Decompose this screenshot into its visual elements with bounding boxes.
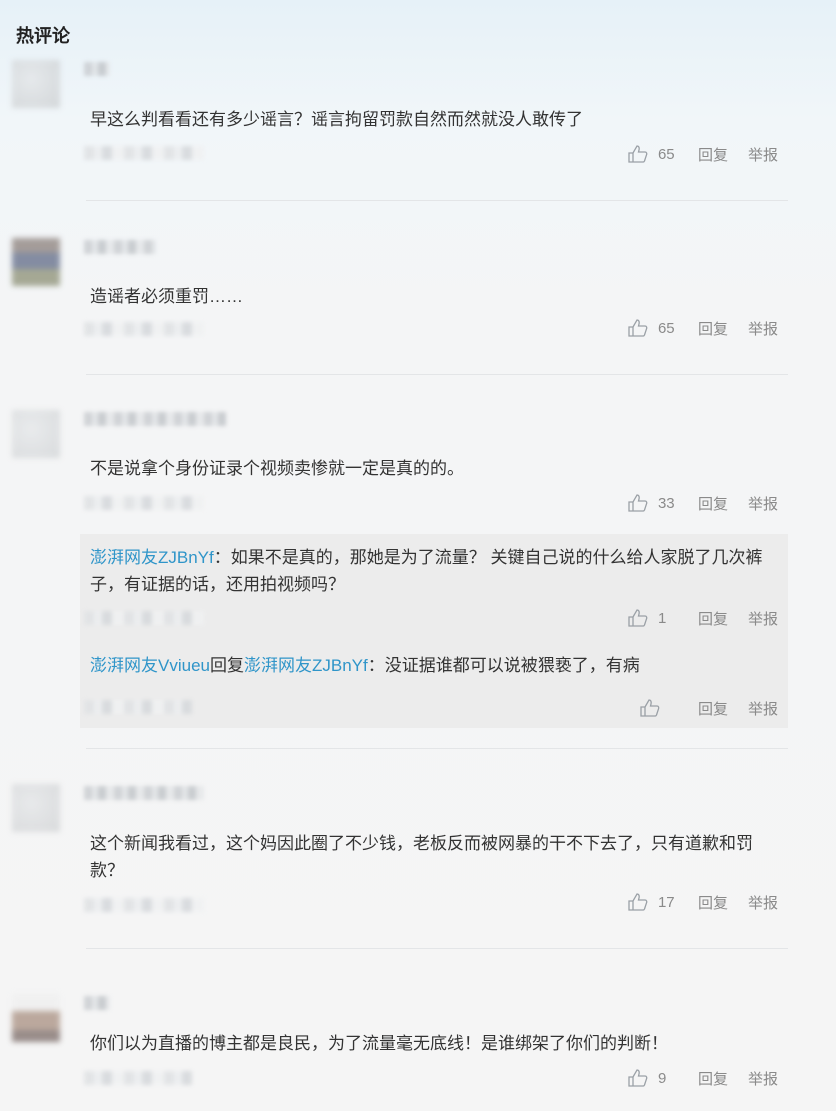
like-count: 33	[657, 494, 675, 512]
reply-to-label: 回复	[209, 656, 244, 675]
thumbs-up-icon[interactable]	[628, 494, 648, 512]
reply-thread: 澎湃网友ZJBnYf：如果不是真的，那她是为了流量？ 关键自己说的什么给人家脱了…	[80, 534, 788, 728]
username-blurred[interactable]	[84, 996, 110, 1010]
comment-actions: 65 回复 举报	[628, 144, 778, 164]
divider	[86, 748, 788, 749]
report-button[interactable]: 举报	[748, 608, 778, 629]
report-button[interactable]: 举报	[748, 698, 778, 719]
thumbs-up-icon[interactable]	[640, 699, 660, 717]
reply-username[interactable]: 澎湃网友Vviueu	[90, 656, 210, 675]
reply-button[interactable]: 回复	[698, 1068, 728, 1089]
like-count: 1	[657, 609, 667, 627]
username-blurred[interactable]	[84, 412, 226, 426]
reply-item: 澎湃网友Vviueu回复澎湃网友ZJBnYf：没证据谁都可以说被猥亵了，有病 回…	[80, 638, 788, 728]
reply-button[interactable]: 回复	[698, 608, 728, 629]
comment-text: 这个新闻我看过，这个妈因此圈了不少钱，老板反而被网暴的干不下去了，只有道歉和罚款…	[90, 834, 753, 880]
thumbs-up-icon[interactable]	[628, 609, 648, 627]
reply-button[interactable]: 回复	[698, 318, 728, 339]
avatar[interactable]	[12, 410, 60, 458]
avatar[interactable]	[12, 60, 60, 108]
reply-button[interactable]: 回复	[698, 144, 728, 165]
reply-text: 澎湃网友Vviueu回复澎湃网友ZJBnYf：没证据谁都可以说被猥亵了，有病	[90, 652, 780, 679]
timestamp-blurred	[84, 898, 204, 912]
separator: ：	[213, 548, 231, 567]
thumbs-up-icon[interactable]	[628, 319, 648, 337]
avatar[interactable]	[12, 784, 60, 832]
timestamp-blurred	[84, 146, 204, 160]
like-count: 17	[657, 893, 675, 911]
reply-item: 澎湃网友ZJBnYf：如果不是真的，那她是为了流量？ 关键自己说的什么给人家脱了…	[80, 534, 788, 638]
reply-button[interactable]: 回复	[698, 698, 728, 719]
reply-target-username[interactable]: 澎湃网友ZJBnYf	[244, 656, 368, 675]
reply-username[interactable]: 澎湃网友ZJBnYf	[90, 548, 214, 567]
report-button[interactable]: 举报	[748, 892, 778, 913]
timestamp-blurred	[84, 322, 204, 336]
like-count: 65	[657, 145, 675, 163]
reply-actions: 回复 举报	[640, 698, 778, 718]
thumbs-up-icon[interactable]	[628, 1069, 648, 1087]
reply-button[interactable]: 回复	[698, 493, 728, 514]
comment-actions: 33 回复 举报	[628, 493, 778, 513]
username-blurred[interactable]	[84, 786, 204, 800]
thumbs-up-icon[interactable]	[628, 145, 648, 163]
report-button[interactable]: 举报	[748, 318, 778, 339]
comment-actions: 9 回复 举报	[628, 1068, 778, 1088]
reply-content: 没证据谁都可以说被猥亵了，有病	[384, 656, 640, 675]
comment-text: 造谣者必须重罚……	[90, 287, 243, 306]
reply-actions: 1 回复 举报	[628, 608, 778, 628]
reply-button[interactable]: 回复	[698, 892, 728, 913]
separator: ：	[367, 656, 385, 675]
divider	[86, 948, 788, 949]
report-button[interactable]: 举报	[748, 1068, 778, 1089]
report-button[interactable]: 举报	[748, 144, 778, 165]
timestamp-blurred	[84, 496, 204, 510]
thumbs-up-icon[interactable]	[628, 893, 648, 911]
comment-text: 不是说拿个身份证录个视频卖惨就一定是真的的。	[90, 459, 464, 478]
username-blurred[interactable]	[84, 62, 110, 76]
username-blurred[interactable]	[84, 240, 156, 254]
section-title: 热评论	[16, 26, 70, 46]
report-button[interactable]: 举报	[748, 493, 778, 514]
reply-text: 澎湃网友ZJBnYf：如果不是真的，那她是为了流量？ 关键自己说的什么给人家脱了…	[90, 544, 780, 598]
avatar[interactable]	[12, 994, 60, 1042]
avatar[interactable]	[12, 238, 60, 286]
timestamp-blurred	[84, 1071, 192, 1085]
comment-text: 你们以为直播的博主都是良民，为了流量毫无底线！是谁绑架了你们的判断！	[90, 1034, 668, 1053]
comment-text: 早这么判看看还有多少谣言？谣言拘留罚款自然而然就没人敢传了	[90, 110, 583, 129]
comment-actions: 17 回复 举报	[628, 892, 778, 912]
timestamp-blurred	[84, 611, 204, 625]
divider	[86, 200, 788, 201]
comment-actions: 65 回复 举报	[628, 318, 778, 338]
divider	[86, 374, 788, 375]
like-count: 65	[657, 319, 675, 337]
timestamp-blurred	[84, 700, 192, 714]
like-count: 9	[657, 1069, 667, 1087]
